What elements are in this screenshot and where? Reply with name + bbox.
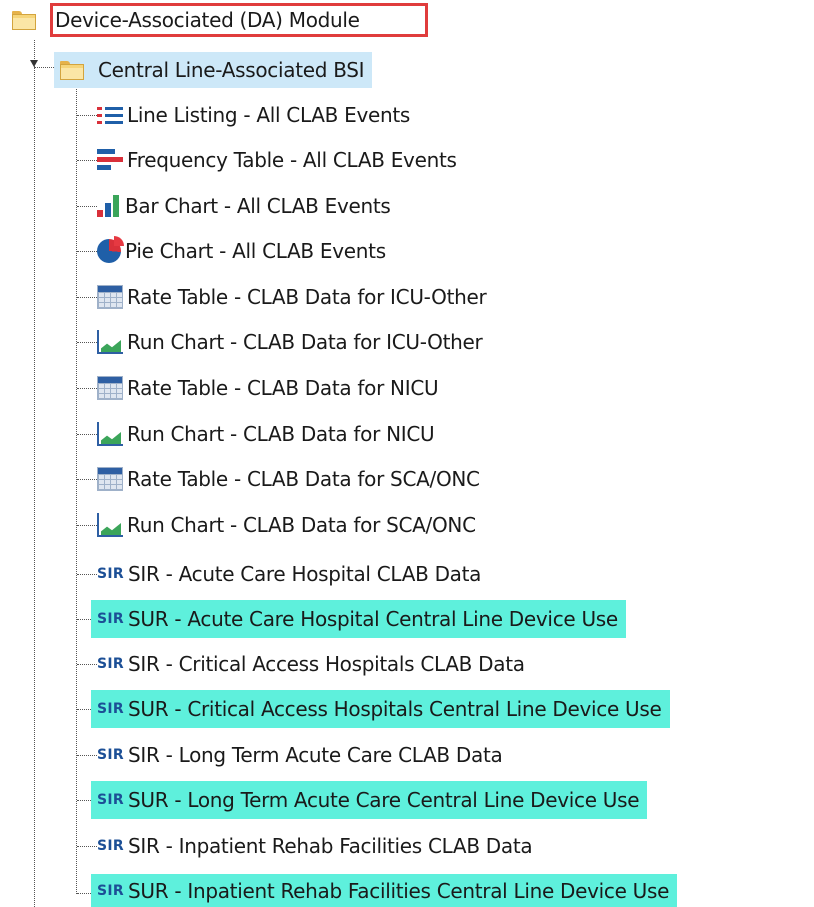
pie-chart-icon (97, 236, 124, 263)
tree-item-label: Run Chart - CLAB Data for SCA/ONC (127, 513, 476, 537)
tree-item-run-chart-icu-other[interactable]: Run Chart - CLAB Data for ICU-Other (97, 327, 486, 357)
tree-connector (77, 664, 97, 665)
tree-item-rate-table-nicu[interactable]: Rate Table - CLAB Data for NICU (97, 373, 442, 403)
tree-item-bar-chart[interactable]: Bar Chart - All CLAB Events (97, 191, 395, 221)
tree-item-label: SUR - Long Term Acute Care Central Line … (127, 788, 640, 812)
tree-item-rate-table-sca-onc[interactable]: Rate Table - CLAB Data for SCA/ONC (97, 464, 484, 494)
tree-item-label: Rate Table - CLAB Data for NICU (127, 376, 439, 400)
sir-icon: SIR (97, 566, 124, 582)
tree-item-run-chart-sca-onc[interactable]: Run Chart - CLAB Data for SCA/ONC (97, 510, 480, 540)
tree-item-sir-long-term[interactable]: SIR SIR - Long Term Acute Care CLAB Data (97, 740, 506, 770)
tree-item-label: Run Chart - CLAB Data for NICU (127, 422, 435, 446)
tree-item-run-chart-nicu[interactable]: Run Chart - CLAB Data for NICU (97, 419, 438, 449)
collapse-arrow-icon[interactable] (30, 60, 38, 67)
tree-item-sir-critical-access[interactable]: SIR SIR - Critical Access Hospitals CLAB… (97, 649, 529, 679)
tree-item-label: SIR - Inpatient Rehab Facilities CLAB Da… (127, 834, 533, 858)
tree-connector (77, 709, 91, 710)
report-tree: Device-Associated (DA) Module Central Li… (0, 0, 814, 907)
tree-item-line-listing[interactable]: Line Listing - All CLAB Events (97, 100, 414, 130)
run-chart-icon (97, 513, 123, 537)
tree-guide-root (34, 40, 35, 907)
tree-node-label: Central Line-Associated BSI (98, 58, 365, 82)
folder-icon (12, 10, 36, 30)
tree-connector (77, 574, 97, 575)
sir-icon: SIR (97, 611, 124, 627)
sir-icon: SIR (97, 882, 124, 899)
tree-item-sur-acute-care[interactable]: SIR SUR - Acute Care Hospital Central Li… (91, 600, 626, 638)
rate-table-icon (97, 285, 123, 309)
rate-table-icon (97, 467, 123, 491)
tree-guide-category (34, 67, 54, 68)
line-listing-icon (97, 105, 123, 125)
tree-node-label: Device-Associated (DA) Module (55, 8, 360, 32)
tree-item-label: SUR - Inpatient Rehab Facilities Central… (127, 878, 670, 903)
tree-item-sur-inpatient-rehab[interactable]: SIR SUR - Inpatient Rehab Facilities Cen… (91, 874, 678, 907)
tree-connector (77, 755, 97, 756)
tree-connector (77, 846, 97, 847)
tree-connector (77, 525, 97, 526)
run-chart-icon (97, 422, 123, 446)
tree-connector (77, 251, 97, 252)
tree-connector (77, 342, 97, 343)
tree-item-label: SIR - Long Term Acute Care CLAB Data (127, 743, 503, 767)
tree-item-label: SUR - Acute Care Hospital Central Line D… (127, 607, 618, 631)
tree-item-label: Pie Chart - All CLAB Events (125, 239, 386, 263)
tree-connector (77, 206, 97, 207)
tree-item-sur-long-term[interactable]: SIR SUR - Long Term Acute Care Central L… (91, 781, 648, 819)
tree-item-label: Line Listing - All CLAB Events (127, 103, 411, 127)
tree-item-label: Frequency Table - All CLAB Events (127, 148, 457, 172)
tree-connector (77, 893, 91, 894)
sir-icon: SIR (97, 747, 124, 763)
tree-item-label: Run Chart - CLAB Data for ICU-Other (127, 330, 483, 354)
sir-icon: SIR (97, 701, 124, 717)
sir-icon: SIR (97, 792, 124, 808)
tree-connector (77, 388, 97, 389)
frequency-table-icon (97, 149, 123, 171)
sir-icon: SIR (97, 656, 124, 672)
tree-item-label: Rate Table - CLAB Data for SCA/ONC (127, 467, 480, 491)
tree-item-label: SUR - Critical Access Hospitals Central … (127, 697, 662, 721)
tree-item-sir-acute-care[interactable]: SIR SIR - Acute Care Hospital CLAB Data (97, 559, 485, 589)
run-chart-icon (97, 330, 123, 354)
bar-chart-icon (97, 195, 121, 217)
tree-item-sur-critical-access[interactable]: SIR SUR - Critical Access Hospitals Cent… (91, 690, 670, 728)
tree-item-label: Rate Table - CLAB Data for ICU-Other (127, 285, 487, 309)
tree-item-label: SIR - Acute Care Hospital CLAB Data (127, 562, 482, 586)
sir-icon: SIR (97, 838, 124, 854)
tree-connector (77, 115, 97, 116)
tree-item-label: Bar Chart - All CLAB Events (125, 194, 391, 218)
tree-connector (77, 479, 97, 480)
tree-item-label: SIR - Critical Access Hospitals CLAB Dat… (127, 652, 525, 676)
tree-node-clabsi[interactable]: Central Line-Associated BSI (54, 52, 373, 88)
folder-icon (60, 60, 84, 80)
tree-connector (77, 619, 91, 620)
tree-item-pie-chart[interactable]: Pie Chart - All CLAB Events (97, 236, 390, 266)
tree-connector (77, 434, 97, 435)
rate-table-icon (97, 376, 123, 400)
tree-item-frequency-table[interactable]: Frequency Table - All CLAB Events (97, 145, 461, 175)
tree-node-da-module[interactable]: Device-Associated (DA) Module (12, 5, 364, 35)
tree-item-sir-inpatient-rehab[interactable]: SIR SIR - Inpatient Rehab Facilities CLA… (97, 831, 536, 861)
tree-item-rate-table-icu-other[interactable]: Rate Table - CLAB Data for ICU-Other (97, 282, 490, 312)
tree-connector (77, 800, 91, 801)
tree-connector (77, 160, 97, 161)
tree-connector (77, 297, 97, 298)
